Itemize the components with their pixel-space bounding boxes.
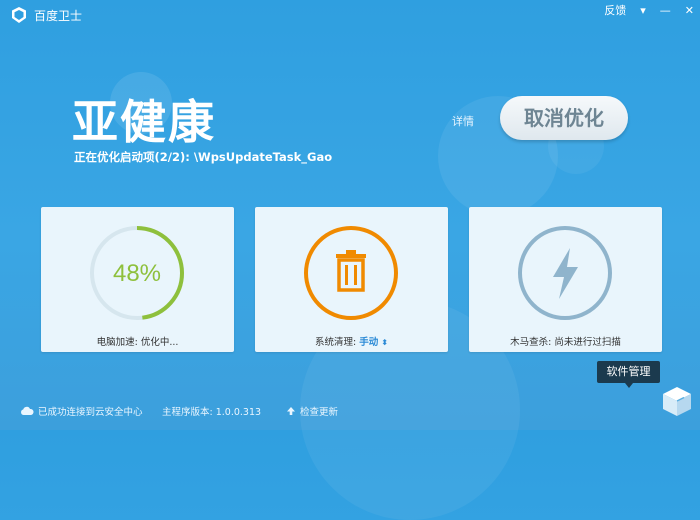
clean-mode-label: 系统清理: 手动 ⬍ xyxy=(255,334,448,348)
version-text: 主程序版本: 1.0.0.313 xyxy=(162,407,262,418)
minimize-icon[interactable]: — xyxy=(660,4,671,17)
lightning-icon xyxy=(518,226,612,320)
software-manager-box-icon[interactable] xyxy=(660,384,694,418)
mode-toggle-icon[interactable]: ⬍ xyxy=(381,338,388,347)
window-controls: 反馈 ▾ — ✕ xyxy=(604,2,694,18)
title-bar: 百度卫士 反馈 ▾ — ✕ xyxy=(0,0,700,28)
trojan-scan-status-label: 木马查杀: 尚未进行过扫描 xyxy=(510,337,621,348)
pc-speedup-card[interactable]: 48% 电脑加速: 优化中... xyxy=(41,207,234,352)
cloud-connection-status: 已成功连接到云安全中心 xyxy=(20,404,143,418)
upload-arrow-icon xyxy=(287,407,295,415)
optimization-progress-text: 正在优化启动项(2/2): \WpsUpdateTask_Gao xyxy=(74,150,333,164)
cancel-optimization-button[interactable]: 取消优化 xyxy=(500,96,628,140)
close-icon[interactable]: ✕ xyxy=(685,4,694,17)
menu-dropdown-icon[interactable]: ▾ xyxy=(640,4,646,17)
health-status-title: 亚健康 xyxy=(72,95,216,149)
baidu-shield-logo-icon xyxy=(12,7,26,23)
feedback-button[interactable]: 反馈 xyxy=(604,2,626,18)
app-title: 百度卫士 xyxy=(34,9,83,23)
details-link[interactable]: 详情 xyxy=(452,113,474,129)
clean-mode-select[interactable]: 手动 xyxy=(359,337,378,348)
software-manager-tooltip: 软件管理 xyxy=(597,361,660,388)
clean-label-text: 系统清理: xyxy=(315,337,357,348)
speedup-status-label: 电脑加速: 优化中... xyxy=(96,337,179,348)
trash-icon xyxy=(304,226,398,320)
speedup-progress-ring: 48% xyxy=(90,226,184,320)
cloud-status-text: 已成功连接到云安全中心 xyxy=(38,407,143,418)
system-clean-card[interactable]: 系统清理: 手动 ⬍ xyxy=(255,207,448,352)
status-footer: 已成功连接到云安全中心 主程序版本: 1.0.0.313 检查更新 xyxy=(0,400,700,420)
cloud-icon xyxy=(21,406,34,415)
version-info: 主程序版本: 1.0.0.313 xyxy=(162,404,261,418)
check-update-text: 检查更新 xyxy=(300,407,339,418)
speedup-percent: 48% xyxy=(113,260,161,287)
trojan-scan-card[interactable]: 木马查杀: 尚未进行过扫描 xyxy=(469,207,662,352)
check-update-link[interactable]: 检查更新 xyxy=(286,404,338,418)
